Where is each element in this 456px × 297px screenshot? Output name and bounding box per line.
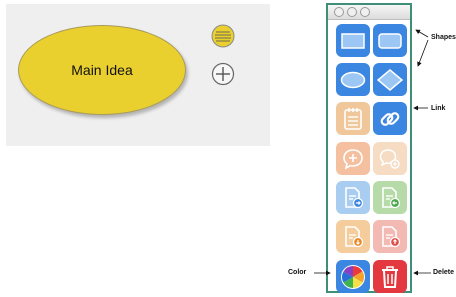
link-callout: Link [431,105,446,112]
delete-callout: Delete [433,269,455,276]
color-callout: Color [288,269,307,276]
callout-arrows [314,29,431,276]
shapes-arrow-lower [417,39,429,67]
shapes-arrow-upper [415,29,429,38]
shapes-callout: Shapes [431,34,456,41]
